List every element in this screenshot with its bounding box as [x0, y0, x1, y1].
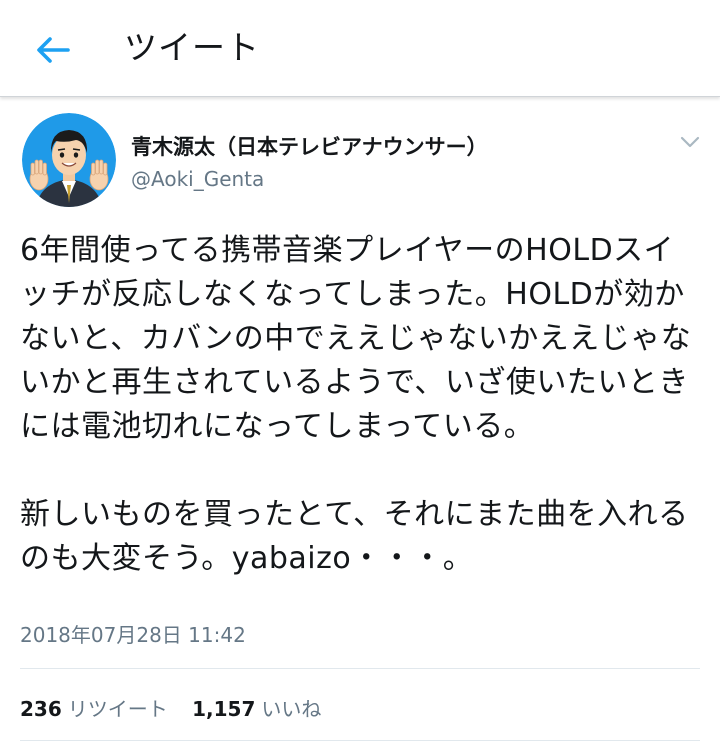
tweet-menu-button[interactable] [676, 130, 704, 154]
chevron-down-icon [680, 136, 700, 148]
avatar[interactable] [22, 113, 116, 207]
likes-label: いいね [261, 697, 322, 721]
page-title: ツイート [124, 28, 260, 67]
tweet-paragraph: 新しいものを買ったとて、それにまた曲を入れるのも大変そう。yabaizo・・・。 [20, 497, 689, 576]
author-handle[interactable]: @Aoki_Genta [131, 166, 264, 192]
likes-count: 1,157 [192, 697, 256, 721]
author-display-name[interactable]: 青木源太（日本テレビアナウンサー） [131, 133, 488, 161]
divider [20, 740, 700, 741]
top-app-bar: ツイート [0, 0, 720, 97]
back-button[interactable] [22, 26, 82, 74]
tweet-stats: 236 リツイート 1,157 いいね [20, 695, 339, 723]
retweets-count: 236 [20, 697, 62, 721]
arrow-left-icon [37, 37, 70, 63]
tweet-timestamp[interactable]: 2018年07月28日 11:42 [20, 622, 246, 648]
retweets-stat[interactable]: 236 リツイート [20, 695, 168, 723]
avatar-illustration [22, 113, 116, 207]
divider [20, 668, 700, 669]
tweet-text: 6年間使ってる携帯音楽プレイヤーのHOLDスイッチが反応しなくなってしまった。H… [20, 229, 700, 581]
retweets-label: リツイート [67, 697, 168, 721]
tweet-paragraph: 6年間使ってる携帯音楽プレイヤーのHOLDスイッチが反応しなくなってしまった。H… [20, 233, 692, 444]
likes-stat[interactable]: 1,157 いいね [192, 695, 321, 723]
